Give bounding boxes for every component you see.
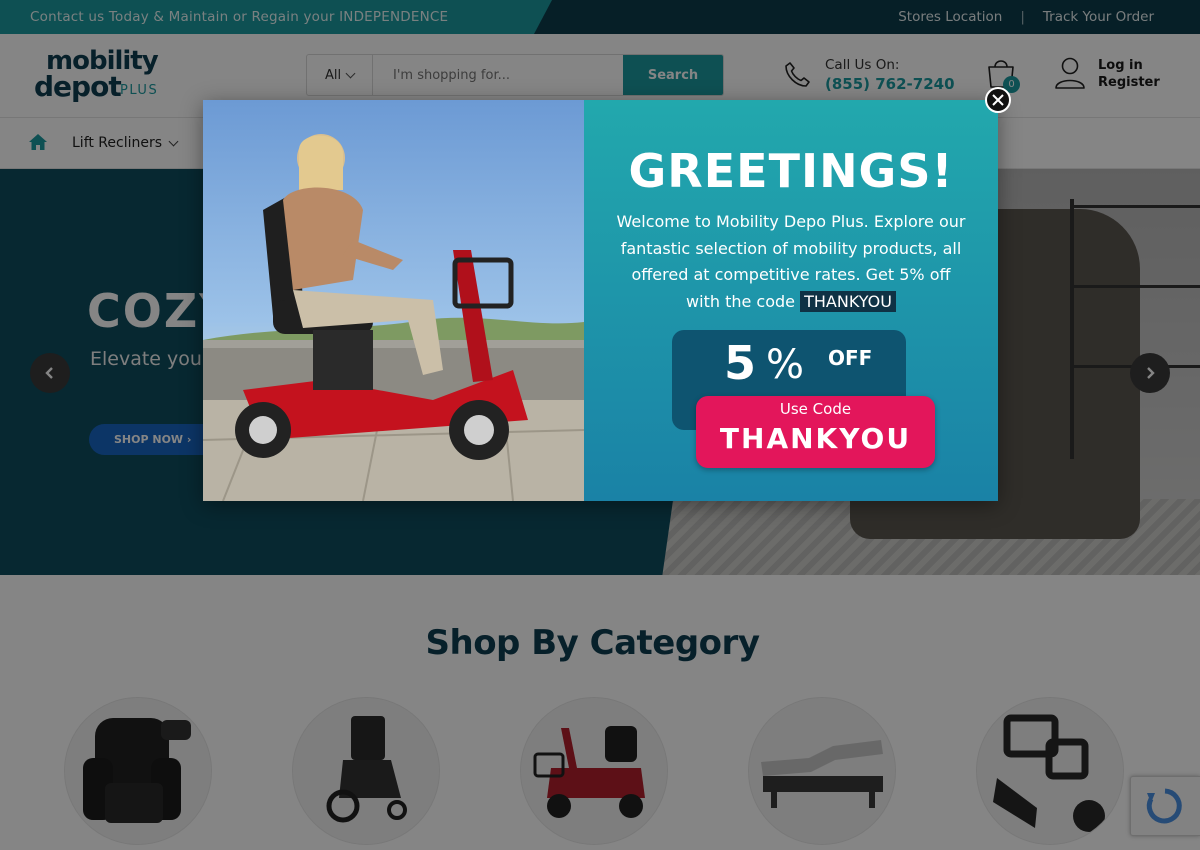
discount-percent-sign: %: [766, 342, 805, 388]
discount-off-label: OFF: [828, 346, 873, 370]
popup-heading: GREETINGS!: [628, 144, 954, 198]
popup-message-text: Welcome to Mobility Depo Plus. Explore o…: [616, 212, 966, 311]
close-icon: [992, 94, 1004, 106]
use-code-label: Use Code: [779, 400, 852, 418]
popup-photo: [203, 100, 584, 501]
woman-on-scooter-image: [203, 134, 584, 501]
popup-content: GREETINGS! Welcome to Mobility Depo Plus…: [584, 100, 998, 501]
popup-message: Welcome to Mobility Depo Plus. Explore o…: [614, 209, 968, 315]
coupon-code-box[interactable]: Use Code THANKYOU: [696, 396, 935, 468]
greeting-popup: GREETINGS! Welcome to Mobility Depo Plus…: [203, 100, 998, 501]
discount-number: 5: [724, 336, 757, 390]
popup-close-button[interactable]: [985, 87, 1011, 113]
popup-inline-code: THANKYOU: [800, 290, 896, 312]
coupon-code: THANKYOU: [719, 422, 912, 455]
